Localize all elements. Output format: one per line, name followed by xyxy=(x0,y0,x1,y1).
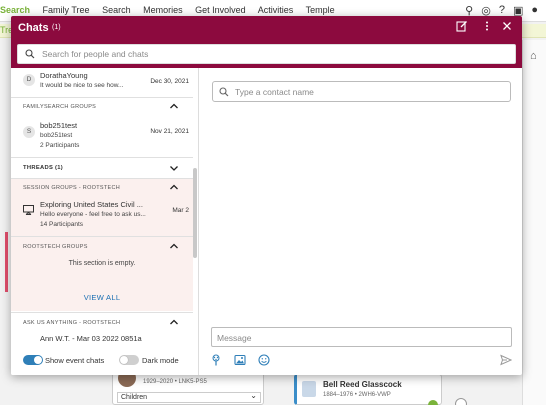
background-nav: Search Family Tree Search Memories Get I… xyxy=(0,5,345,15)
chat-list-item[interactable]: Exploring United States Civil ... Mar 2 … xyxy=(11,196,193,234)
status-dot-icon xyxy=(428,400,438,405)
search-icon xyxy=(25,49,35,59)
chat-count: (1) xyxy=(52,24,61,31)
presentation-icon xyxy=(23,205,34,215)
nav-temple[interactable]: Temple xyxy=(306,5,335,15)
chat-search-box[interactable] xyxy=(17,44,516,64)
person-meta: 1884–1976 • 2WH6-VWP xyxy=(323,392,391,398)
chevron-up-icon[interactable] xyxy=(169,183,179,191)
chat-list-item[interactable]: D DorathaYoung Dec 30, 2021 It would be … xyxy=(11,68,193,96)
avatar: S xyxy=(23,126,35,138)
avatar-icon[interactable]: ● xyxy=(531,4,538,17)
close-icon[interactable] xyxy=(500,20,514,34)
toggle-knob xyxy=(120,356,128,364)
toggle-knob xyxy=(34,356,42,364)
send-icon[interactable] xyxy=(500,354,512,366)
nav-family-tree[interactable]: Family Tree xyxy=(43,5,90,15)
chat-header: Chats (1) xyxy=(11,16,522,68)
chat-settings-bar: Show event chats Dark mode xyxy=(11,346,199,375)
chat-name: Exploring United States Civil ... xyxy=(40,200,143,209)
person-meta: 1929–2020 • LNK5-PS5 xyxy=(143,379,207,385)
chat-modal: Chats (1) D DorathaYoung Dec 30, 2021 It… xyxy=(11,16,522,375)
section-label-familysearch-groups: FAMILYSEARCH GROUPS xyxy=(23,104,97,110)
section-label-session-groups: SESSION GROUPS - ROOTSTECH xyxy=(23,185,121,191)
view-all-link[interactable]: VIEW ALL xyxy=(11,293,193,302)
chat-list-item[interactable]: S bob251test Nov 21, 2021 bob251test 2 P… xyxy=(11,116,193,156)
dark-mode-toggle[interactable] xyxy=(119,355,139,365)
more-vertical-icon[interactable] xyxy=(480,20,494,34)
chat-list-scrollbar[interactable] xyxy=(193,168,197,258)
background-accent-mark xyxy=(5,232,8,292)
chevron-up-icon[interactable] xyxy=(169,102,179,110)
chat-participants: 2 Participants xyxy=(40,142,80,149)
add-circle-icon[interactable] xyxy=(455,398,467,405)
chat-date: Nov 21, 2021 xyxy=(150,128,189,135)
chat-preview: Hello everyone - feel free to ask us... xyxy=(40,211,146,218)
chat-title: Chats xyxy=(18,22,49,34)
nav-search-logo[interactable]: Search xyxy=(0,5,30,15)
divider xyxy=(11,97,193,98)
chat-date: Mar 2 xyxy=(172,207,189,214)
section-label-threads[interactable]: THREADS (1) xyxy=(23,165,63,171)
dark-mode-label: Dark mode xyxy=(142,356,179,365)
background-right-panel xyxy=(522,40,546,405)
chat-list[interactable]: D DorathaYoung Dec 30, 2021 It would be … xyxy=(11,68,199,346)
chevron-down-icon[interactable] xyxy=(169,164,179,172)
emoji-icon[interactable] xyxy=(258,354,270,366)
chat-name: bob251test xyxy=(40,121,78,130)
avatar: D xyxy=(23,74,35,86)
nav-activities[interactable]: Activities xyxy=(258,5,294,15)
contact-search-box[interactable] xyxy=(212,81,511,102)
chat-subtitle: bob251test xyxy=(40,132,73,139)
nav-memories[interactable]: Memories xyxy=(143,5,183,15)
compose-icon[interactable] xyxy=(455,20,469,34)
chat-name: DorathaYoung xyxy=(40,71,88,80)
chevron-up-icon[interactable] xyxy=(169,242,179,250)
contact-name-input[interactable] xyxy=(235,85,505,98)
chat-date: Dec 30, 2021 xyxy=(150,78,189,85)
section-label-ask-us-anything: ASK US ANYTHING - ROOTSTECH xyxy=(23,320,121,326)
background-person-card-2[interactable]: Bell Reed Glasscock 1884–1976 • 2WH6-VWP xyxy=(294,374,442,405)
chat-preview: It would be nice to see how... xyxy=(40,82,124,89)
empty-section-message: This section is empty. xyxy=(68,260,136,267)
person-name: Bell Reed Glasscock xyxy=(323,380,402,389)
show-event-chats-toggle[interactable] xyxy=(23,355,43,365)
tree-icon[interactable] xyxy=(210,354,222,366)
section-label-rootstech-groups: ROOTSTECH GROUPS xyxy=(23,244,88,250)
relationship-select[interactable]: Children xyxy=(117,391,261,403)
message-box[interactable] xyxy=(211,327,512,347)
chevron-up-icon[interactable] xyxy=(169,318,179,326)
person-silhouette-icon xyxy=(302,381,316,397)
chat-participants: 14 Participants xyxy=(40,221,83,228)
nav-get-involved[interactable]: Get Involved xyxy=(195,5,246,15)
chat-search-input[interactable] xyxy=(42,47,502,61)
search-icon xyxy=(219,87,229,97)
home-icon[interactable]: ⌂ xyxy=(530,50,537,62)
chat-name[interactable]: Ann W.T. - Mar 03 2022 0851a xyxy=(40,334,142,343)
show-event-chats-label: Show event chats xyxy=(45,356,105,365)
divider xyxy=(11,157,193,158)
nav-search[interactable]: Search xyxy=(102,5,131,15)
message-input[interactable] xyxy=(217,331,507,344)
divider xyxy=(11,312,193,313)
image-icon[interactable] xyxy=(234,354,246,366)
